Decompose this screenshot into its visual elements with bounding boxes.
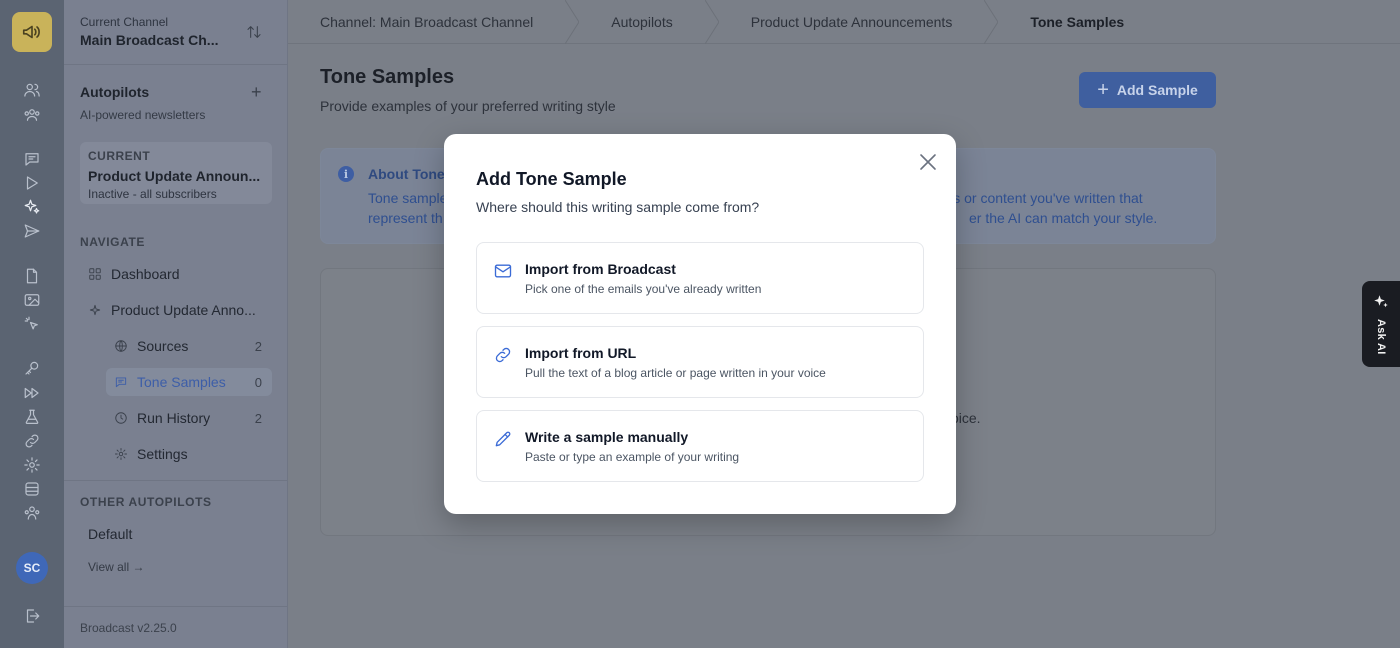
mail-icon bbox=[493, 261, 515, 283]
sparkle-icon bbox=[89, 304, 101, 316]
breadcrumb: Channel: Main Broadcast Channel Autopilo… bbox=[288, 0, 1400, 44]
nav-run-history[interactable]: Run History 2 bbox=[106, 404, 272, 432]
sidebar: Current Channel Main Broadcast Ch... Aut… bbox=[64, 0, 288, 648]
channel-label: Current Channel bbox=[80, 15, 169, 29]
nav-sources-label: Sources bbox=[137, 338, 189, 354]
current-autopilot-name: Product Update Announ... bbox=[88, 168, 261, 184]
breadcrumb-separator bbox=[983, 0, 999, 44]
run-history-count: 2 bbox=[254, 410, 262, 426]
divider bbox=[64, 606, 288, 607]
database-icon[interactable] bbox=[22, 479, 42, 499]
image-icon[interactable] bbox=[22, 290, 42, 310]
link-icon bbox=[493, 345, 515, 367]
info-text: Tone sample bbox=[368, 190, 448, 206]
team-icon[interactable] bbox=[22, 503, 42, 523]
breadcrumb-channel[interactable]: Channel: Main Broadcast Channel bbox=[288, 0, 565, 44]
nav-tone-samples-label: Tone Samples bbox=[137, 374, 226, 390]
nav-autopilot[interactable]: Product Update Anno... bbox=[88, 296, 272, 324]
autopilots-subtitle: AI-powered newsletters bbox=[80, 108, 206, 122]
add-sample-label: Add Sample bbox=[1116, 82, 1198, 98]
group-icon[interactable] bbox=[22, 105, 42, 125]
info-text: represent th bbox=[368, 210, 443, 226]
nav-dashboard[interactable]: Dashboard bbox=[88, 260, 272, 288]
globe-icon bbox=[115, 340, 127, 352]
breadcrumb-current: Tone Samples bbox=[1030, 13, 1125, 30]
option-title: Import from URL bbox=[525, 345, 637, 361]
divider bbox=[64, 64, 288, 65]
navigate-label: NAVIGATE bbox=[80, 235, 146, 249]
plus-icon: + bbox=[1097, 79, 1109, 101]
icon-rail: SC bbox=[0, 0, 64, 648]
page-subtitle: Provide examples of your preferred writi… bbox=[320, 98, 616, 114]
dashboard-icon bbox=[89, 268, 101, 280]
logout-icon[interactable] bbox=[22, 606, 42, 626]
option-description: Pull the text of a blog article or page … bbox=[525, 366, 826, 380]
option-write-manually[interactable]: Write a sample manually Paste or type an… bbox=[476, 410, 924, 482]
breadcrumb-separator bbox=[564, 0, 580, 44]
divider bbox=[64, 480, 288, 481]
info-title: About Tone bbox=[368, 166, 445, 182]
sparkles-icon[interactable] bbox=[22, 197, 42, 217]
nav-tone-samples[interactable]: Tone Samples 0 bbox=[106, 368, 272, 396]
other-autopilots-label: OTHER AUTOPILOTS bbox=[80, 495, 212, 509]
document-icon[interactable] bbox=[22, 266, 42, 286]
option-title: Import from Broadcast bbox=[525, 261, 676, 277]
user-avatar[interactable]: SC bbox=[16, 552, 48, 584]
modal-title: Add Tone Sample bbox=[476, 169, 627, 189]
megaphone-logo-icon[interactable] bbox=[12, 12, 52, 52]
breadcrumb-autopilots[interactable]: Autopilots bbox=[579, 0, 704, 44]
users-icon[interactable] bbox=[22, 80, 42, 100]
info-text: er the AI can match your style. bbox=[969, 210, 1158, 226]
breadcrumb-autopilot[interactable]: Product Update Announcements bbox=[719, 0, 985, 44]
ask-ai-label: Ask AI bbox=[1375, 319, 1387, 355]
key-icon[interactable] bbox=[22, 358, 42, 378]
flask-icon[interactable] bbox=[22, 407, 42, 427]
option-description: Paste or type an example of your writing bbox=[525, 450, 740, 464]
option-description: Pick one of the emails you've already wr… bbox=[525, 282, 762, 296]
option-import-url[interactable]: Import from URL Pull the text of a blog … bbox=[476, 326, 924, 398]
ask-ai-button[interactable]: Ask AI bbox=[1362, 281, 1400, 367]
current-autopilot-status: Inactive - all subscribers bbox=[88, 187, 217, 201]
nav-settings-label: Settings bbox=[137, 446, 188, 462]
gear-icon[interactable] bbox=[22, 455, 42, 475]
fast-forward-icon[interactable] bbox=[22, 383, 42, 403]
clock-icon bbox=[115, 412, 127, 424]
modal-subtitle: Where should this writing sample come fr… bbox=[476, 199, 760, 215]
page-title: Tone Samples bbox=[320, 66, 455, 88]
other-autopilot-default[interactable]: Default bbox=[88, 526, 132, 542]
chat-icon[interactable] bbox=[22, 149, 42, 169]
cursor-click-icon[interactable] bbox=[22, 314, 42, 334]
play-icon[interactable] bbox=[22, 173, 42, 193]
sparkles-icon bbox=[1374, 295, 1388, 308]
switch-channel-icon[interactable] bbox=[246, 24, 264, 42]
link-icon[interactable] bbox=[22, 431, 42, 451]
send-icon[interactable] bbox=[22, 221, 42, 241]
add-autopilot-icon[interactable]: + bbox=[251, 83, 262, 101]
autopilots-title: Autopilots bbox=[80, 84, 150, 100]
view-all-link[interactable]: View all → bbox=[88, 560, 144, 574]
current-label: CURRENT bbox=[88, 149, 151, 163]
nav-run-history-label: Run History bbox=[137, 410, 211, 426]
version-label: Broadcast v2.25.0 bbox=[80, 621, 177, 635]
nav-settings[interactable]: Settings bbox=[106, 440, 272, 468]
pencil-icon bbox=[493, 429, 515, 451]
add-sample-button[interactable]: + Add Sample bbox=[1079, 72, 1216, 108]
nav-sources[interactable]: Sources 2 bbox=[106, 332, 272, 360]
option-title: Write a sample manually bbox=[525, 429, 689, 445]
close-icon[interactable] bbox=[918, 152, 938, 172]
info-icon: i bbox=[338, 166, 354, 182]
breadcrumb-separator bbox=[704, 0, 720, 44]
sources-count: 2 bbox=[254, 338, 262, 354]
nav-autopilot-label: Product Update Anno... bbox=[111, 302, 256, 318]
channel-name[interactable]: Main Broadcast Ch... bbox=[80, 32, 218, 48]
info-text: ils or content you've written that bbox=[947, 190, 1143, 206]
message-icon bbox=[115, 377, 127, 388]
tone-samples-count: 0 bbox=[254, 374, 262, 390]
nav-dashboard-label: Dashboard bbox=[111, 266, 180, 282]
add-tone-sample-modal: Add Tone Sample Where should this writin… bbox=[444, 134, 956, 514]
gear-icon bbox=[114, 447, 128, 461]
option-import-broadcast[interactable]: Import from Broadcast Pick one of the em… bbox=[476, 242, 924, 314]
